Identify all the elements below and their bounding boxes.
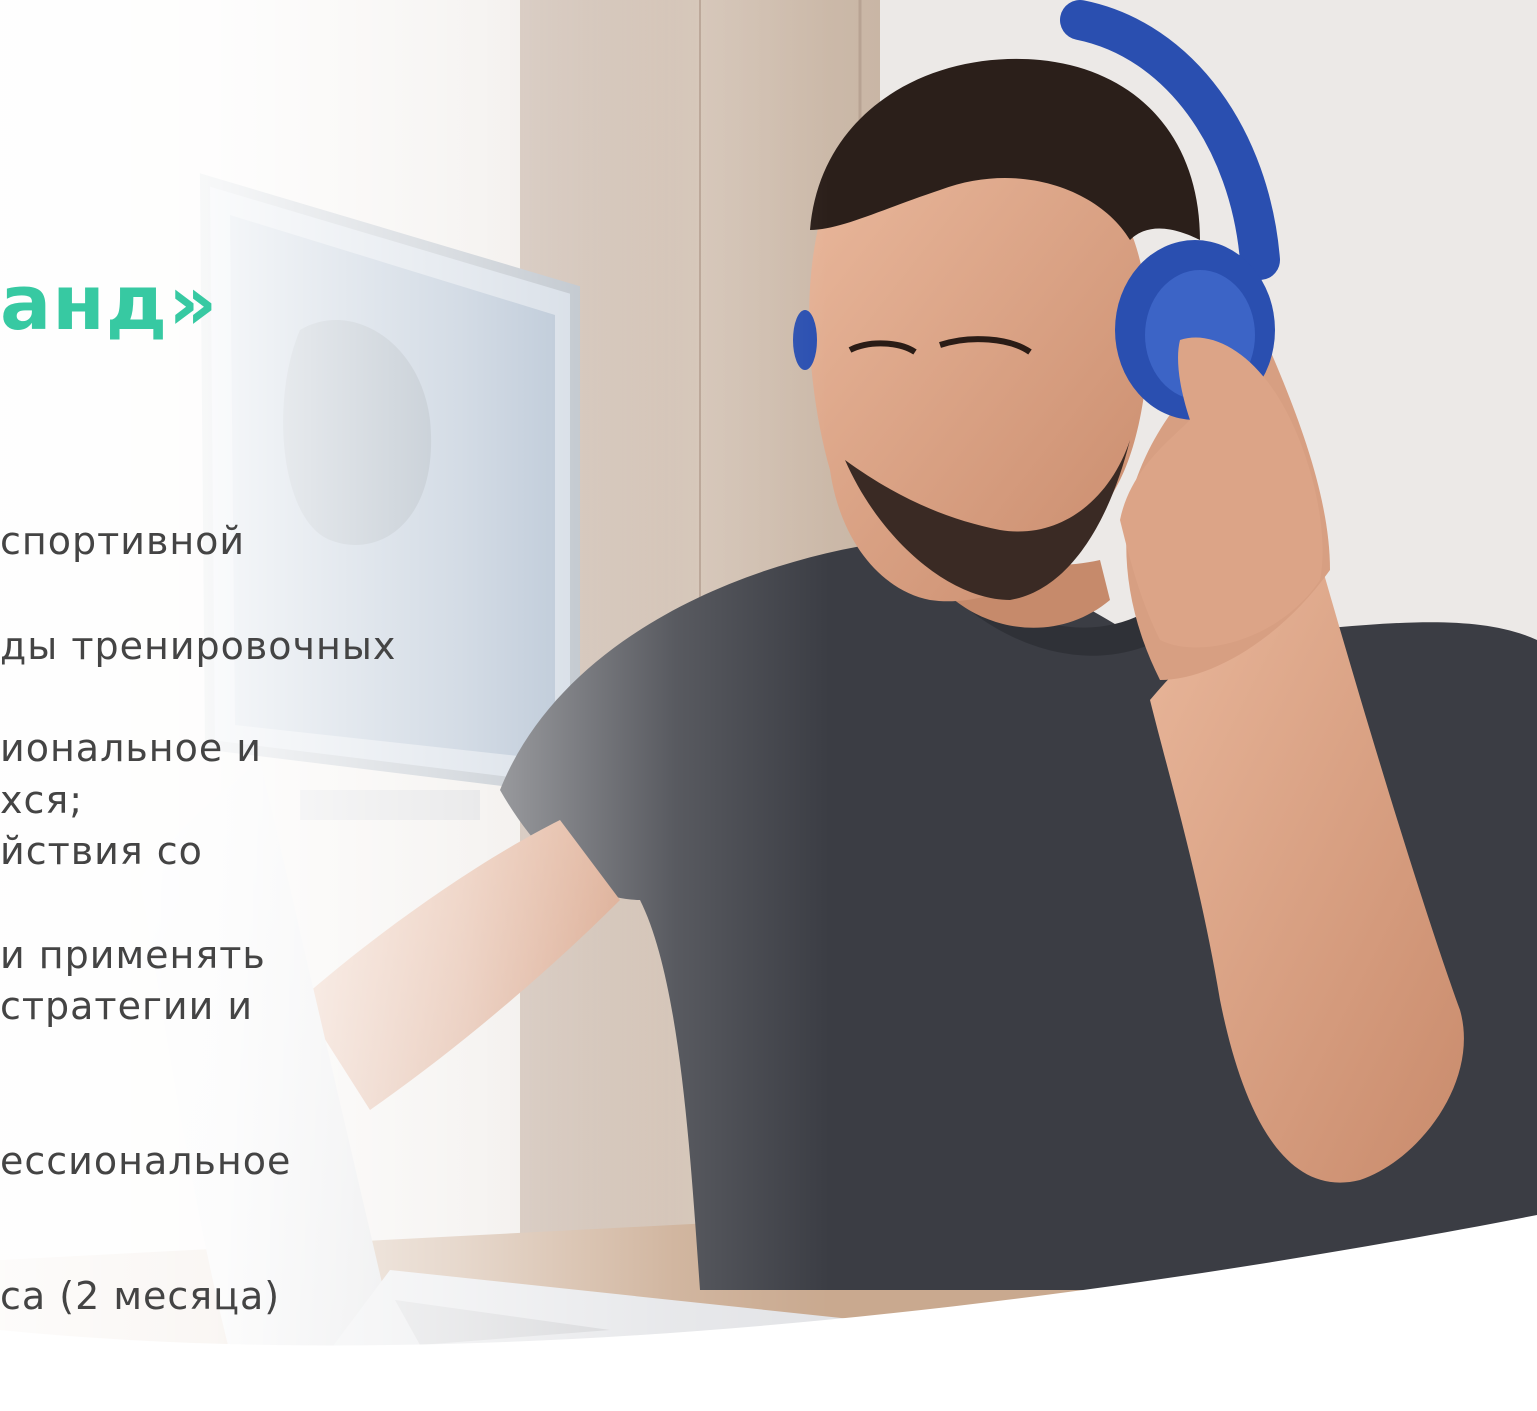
list-line-3: иональное и: [0, 726, 263, 770]
list-line-7: стратегии и: [0, 984, 254, 1028]
list-line-1: спортивной: [0, 519, 246, 563]
list-line-2: ды тренировочных: [0, 624, 397, 668]
list-line-6: и применять: [0, 933, 266, 977]
slide-canvas: анд» спортивной ды тренировочных иональн…: [0, 0, 1537, 1411]
feature-list: спортивной ды тренировочных иональное и …: [0, 0, 1537, 1411]
list-line-5: йствия со: [0, 829, 203, 873]
list-line-4: хся;: [0, 778, 84, 822]
list-line-9: са (2 месяца): [0, 1274, 281, 1318]
list-line-8: ессиональное: [0, 1139, 292, 1183]
